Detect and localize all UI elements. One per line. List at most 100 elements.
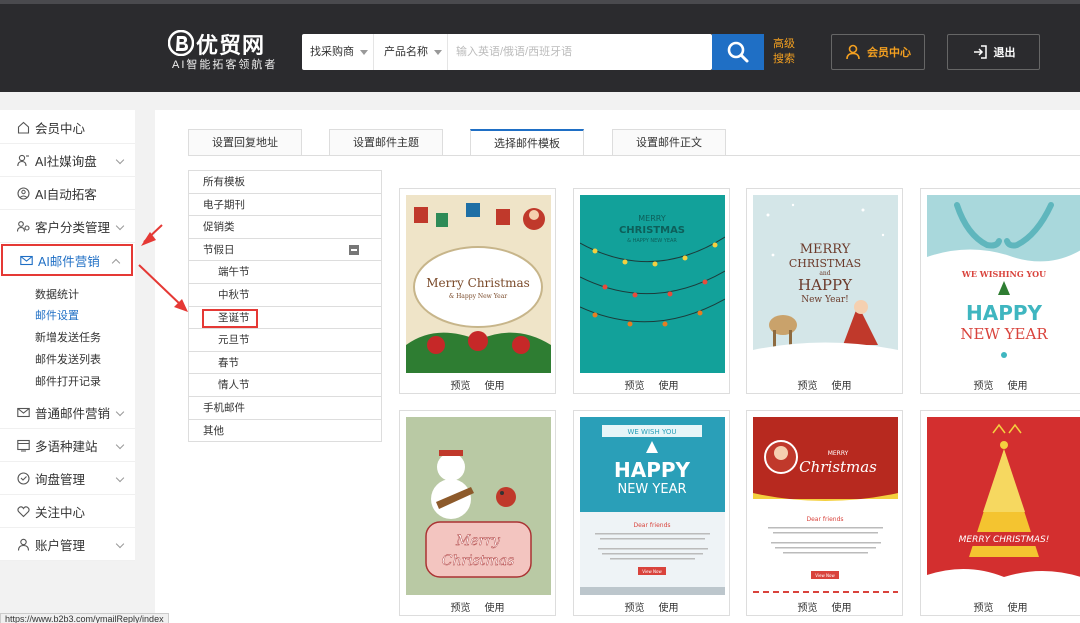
member-center-button[interactable]: 会员中心 [831, 34, 925, 70]
template-actions: 预览 使用 [400, 599, 555, 614]
use-button[interactable]: 使用 [659, 381, 679, 392]
template-text: View Now [815, 573, 835, 578]
search-type-label: 找采购商 [310, 46, 354, 58]
use-button[interactable]: 使用 [1008, 381, 1028, 392]
account-icon [16, 538, 30, 552]
template-text: & Happy New Year [449, 293, 507, 300]
main-panel: 设置回复地址 设置邮件主题 选择邮件模板 设置邮件正文 所有模板 电子期刊 促销… [155, 110, 1080, 623]
template-text: Christmas [442, 553, 515, 569]
preview-button[interactable]: 预览 [451, 603, 471, 614]
sidebar-item-label: 客户分类管理 [35, 221, 111, 235]
sidebar-item-auto-prospect[interactable]: AI自动拓客 [0, 178, 135, 210]
category-label: 其他 [203, 424, 224, 437]
heart-icon [16, 505, 30, 519]
category-label: 圣诞节 [202, 308, 258, 328]
sidebar-item-normal-email-marketing[interactable]: 普通邮件营销 [0, 397, 135, 429]
use-button[interactable]: 使用 [485, 603, 505, 614]
category-promotion[interactable]: 促销类 [189, 216, 381, 239]
sidebar-item-inquiry-management[interactable]: 询盘管理 [0, 463, 135, 495]
use-button[interactable]: 使用 [832, 603, 852, 614]
chevron-down-icon [434, 49, 442, 55]
template-thumbnail[interactable]: MERRY CHRISTMAS and HAPPY New Year! [753, 195, 898, 373]
sub-item-send-list[interactable]: 邮件发送列表 [35, 351, 101, 367]
chevron-down-icon [115, 440, 125, 450]
use-button[interactable]: 使用 [832, 381, 852, 392]
template-text: Christmas [799, 458, 877, 476]
sidebar-item-label: 普通邮件营销 [35, 407, 111, 421]
category-mobile[interactable]: 手机邮件 [189, 397, 381, 420]
sidebar-item-customer-category[interactable]: 客户分类管理 [0, 211, 135, 243]
preview-button[interactable]: 预览 [974, 381, 994, 392]
category-valentines[interactable]: 情人节 [189, 374, 381, 397]
template-text: WE WISH YOU [627, 428, 676, 436]
template-thumbnail[interactable]: MERRY CHRISTMAS! [927, 417, 1080, 595]
template-thumbnail[interactable]: WE WISHING YOU HAPPY NEW YEAR [927, 195, 1080, 373]
template-thumbnail[interactable]: Merry Christmas & Happy New Year [406, 195, 551, 373]
search-field-select[interactable]: 产品名称 [376, 34, 448, 70]
use-button[interactable]: 使用 [1008, 603, 1028, 614]
template-card: MERRY CHRISTMAS and HAPPY New Year! 预览 使用 [746, 188, 903, 394]
search-input[interactable] [450, 34, 710, 70]
sidebar-item-account-management[interactable]: 账户管理 [0, 529, 135, 561]
mail-icon [19, 253, 33, 267]
sidebar-item-multilingual-site[interactable]: 多语种建站 [0, 430, 135, 462]
preview-button[interactable]: 预览 [451, 381, 471, 392]
use-button[interactable]: 使用 [485, 381, 505, 392]
sidebar-item-label: 关注中心 [35, 506, 86, 520]
sidebar-item-follow-center[interactable]: 关注中心 [0, 496, 135, 528]
search-button[interactable] [712, 34, 764, 70]
template-thumbnail[interactable]: MERRY CHRISTMAS & HAPPY NEW YEAR [580, 195, 725, 373]
tab-email-body[interactable]: 设置邮件正文 [612, 129, 726, 155]
use-button[interactable]: 使用 [659, 603, 679, 614]
category-label: 春节 [218, 356, 239, 369]
sub-item-statistics[interactable]: 数据统计 [35, 286, 79, 302]
logo-icon [168, 30, 194, 56]
category-label: 电子期刊 [203, 198, 245, 211]
template-thumbnail[interactable]: MERRY Christmas Dear friends View Now [753, 417, 898, 595]
sidebar-item-ai-email-marketing[interactable]: AI邮件营销 [1, 244, 133, 276]
preview-button[interactable]: 预览 [798, 381, 818, 392]
advanced-search-link[interactable]: 高级搜索 [773, 37, 803, 67]
collapse-icon[interactable] [349, 244, 359, 255]
logout-button[interactable]: 退出 [947, 34, 1040, 70]
preview-button[interactable]: 预览 [798, 603, 818, 614]
template-text: Merry Christmas [426, 276, 530, 290]
category-dragon-boat[interactable]: 端午节 [189, 261, 381, 284]
template-actions: 预览 使用 [747, 377, 902, 392]
users-icon [16, 220, 30, 234]
tab-select-template[interactable]: 选择邮件模板 [470, 129, 584, 155]
category-holidays[interactable]: 节假日 [189, 239, 381, 262]
tab-email-subject[interactable]: 设置邮件主题 [329, 129, 443, 155]
sidebar-item-label: AI社媒询盘 [35, 155, 97, 169]
preview-button[interactable]: 预览 [625, 603, 645, 614]
sub-item-open-records[interactable]: 邮件打开记录 [35, 373, 101, 389]
search-box: 找采购商 产品名称 [302, 34, 712, 70]
template-actions: 预览 使用 [921, 599, 1080, 614]
category-new-year[interactable]: 元旦节 [189, 329, 381, 352]
preview-button[interactable]: 预览 [974, 603, 994, 614]
sidebar-item-social-inquiry[interactable]: AI社媒询盘 [0, 145, 135, 177]
tab-reply-address[interactable]: 设置回复地址 [188, 129, 302, 155]
category-christmas[interactable]: 圣诞节 [189, 307, 381, 330]
search-type-select[interactable]: 找采购商 [302, 34, 374, 70]
category-other[interactable]: 其他 [189, 420, 381, 443]
category-spring-festival[interactable]: 春节 [189, 352, 381, 375]
category-mid-autumn[interactable]: 中秋节 [189, 284, 381, 307]
sidebar-item-label: AI邮件营销 [38, 254, 100, 269]
chevron-down-icon [115, 407, 125, 417]
template-actions: 预览 使用 [400, 377, 555, 392]
sidebar-item-member-center[interactable]: 会员中心 [0, 112, 135, 144]
preview-button[interactable]: 预览 [625, 381, 645, 392]
template-card: MERRY CHRISTMAS! 预览 使用 [920, 410, 1080, 616]
template-actions: 预览 使用 [921, 377, 1080, 392]
category-newsletter[interactable]: 电子期刊 [189, 194, 381, 217]
template-actions: 预览 使用 [747, 599, 902, 614]
sub-item-email-settings[interactable]: 邮件设置 [35, 307, 79, 323]
template-thumbnail[interactable]: WE WISH YOU HAPPY NEW YEAR Dear friends … [580, 417, 725, 595]
sidebar-item-label: 账户管理 [35, 539, 86, 553]
sub-item-new-send-task[interactable]: 新增发送任务 [35, 329, 101, 345]
status-bar-url: https://www.b2b3.com/ymailReply/index [0, 613, 169, 623]
category-label: 促销类 [203, 221, 235, 234]
template-thumbnail[interactable]: Merry Christmas [406, 417, 551, 595]
category-all[interactable]: 所有模板 [189, 171, 381, 194]
